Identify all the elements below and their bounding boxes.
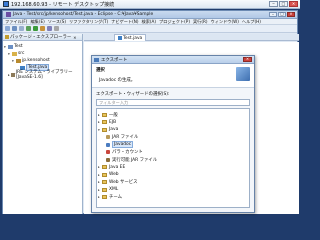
package-icon — [16, 58, 21, 63]
wizard-item-javadoc[interactable]: Javadoc — [98, 141, 248, 149]
wizard-category-xml[interactable]: ▸ XML — [98, 186, 248, 194]
library-icon — [11, 72, 15, 77]
wizard-category-java[interactable]: ▾ Java — [98, 126, 248, 134]
eclipse-title-bar: Java - Test/src/jp/kensohost/Test.java -… — [3, 11, 297, 19]
menu-navigate[interactable]: ナビゲート(N) — [111, 19, 138, 24]
wizard-category-general[interactable]: ▸ 一般 — [98, 111, 248, 119]
menu-window[interactable]: ウィンドウ(W) — [211, 19, 239, 24]
open-type-icon[interactable] — [47, 26, 52, 31]
folder-icon — [102, 112, 107, 117]
dialog-title-bar: エクスポート ✕ — [92, 56, 254, 64]
source-folder-icon — [12, 51, 17, 56]
eclipse-minimize-button[interactable]: ‒ — [269, 12, 277, 17]
rdp-title: 192.168.60.93 - リモート デスクトップ接続 — [11, 1, 115, 8]
export-dialog: エクスポート ✕ 選択 Javadoc の生成。 エクスポート・ウィザードの選択… — [91, 55, 255, 213]
print-icon[interactable] — [19, 26, 24, 31]
wizard-item-jar[interactable]: JAR ファイル — [98, 134, 248, 142]
wizard-select-label: エクスポート・ウィザードの選択(S): — [96, 92, 170, 97]
dialog-header-description: Javadoc の生成。 — [99, 78, 136, 83]
folder-icon — [102, 165, 107, 170]
wizard-category-web[interactable]: ▸ Web — [98, 171, 248, 179]
dialog-title: エクスポート — [101, 57, 128, 63]
jar-icon — [106, 135, 110, 140]
rdp-maximize-button[interactable]: □ — [279, 1, 288, 7]
folder-icon — [102, 120, 107, 125]
wizard-category-javaee[interactable]: ▸ Java EE — [98, 164, 248, 172]
export-banner-icon — [236, 67, 250, 81]
eclipse-maximize-button[interactable]: □ — [278, 12, 286, 17]
wizard-item-param-count[interactable]: パラ・カウント — [98, 149, 248, 157]
editor-tab-bar: Test.java — [84, 34, 299, 41]
dialog-header-title: 選択 — [96, 68, 105, 73]
new-icon[interactable] — [5, 26, 10, 31]
javadoc-icon — [106, 142, 110, 147]
folder-icon — [102, 172, 107, 177]
menu-refactor[interactable]: リファクタリング(T) — [69, 19, 108, 24]
java-file-icon — [118, 36, 122, 40]
folder-icon — [102, 180, 107, 185]
project-icon — [8, 44, 13, 49]
eclipse-title: Java - Test/src/jp/kensohost/Test.java -… — [13, 12, 154, 17]
menu-edit[interactable]: 編集(E) — [30, 19, 44, 24]
wizard-category-webservices[interactable]: ▸ Web サービス — [98, 179, 248, 187]
tree-item-package[interactable]: ▾ jp.kensohost — [4, 57, 81, 64]
new-package-icon[interactable] — [40, 26, 45, 31]
dialog-header: 選択 Javadoc の生成。 — [92, 64, 254, 88]
menu-run[interactable]: 実行(R) — [193, 19, 208, 24]
tree-item-src[interactable]: ▾ src — [4, 50, 81, 57]
tree-item-jre[interactable]: ▸ JRE システム・ライブラリー [JavaSE-1.6] — [4, 70, 81, 80]
toolbar — [3, 25, 297, 33]
remote-desktop-icon — [3, 1, 9, 7]
eclipse-icon — [6, 12, 11, 17]
wizard-tree[interactable]: ▸ 一般 ▸ EJB ▾ Java JAR ファイル Javadoc パラ・カウ… — [96, 108, 250, 208]
folder-icon — [102, 127, 107, 132]
close-icon[interactable]: ✕ — [73, 35, 76, 40]
wizard-category-team[interactable]: ▸ チーム — [98, 194, 248, 202]
editor-tab[interactable]: Test.java — [114, 34, 147, 41]
param-count-icon — [106, 150, 110, 155]
wizard-item-runnable-jar[interactable]: 実行可能 JAR ファイル — [98, 156, 248, 164]
menu-search[interactable]: 検索(A) — [142, 19, 157, 24]
package-explorer-icon — [5, 35, 9, 39]
rdp-title-bar: 192.168.60.93 - リモート デスクトップ接続 ‒ □ ✕ — [0, 0, 300, 9]
wizard-category-ejb[interactable]: ▸ EJB — [98, 119, 248, 127]
filter-input[interactable]: フィルター入力 — [96, 99, 250, 106]
menu-project[interactable]: プロジェクト(P) — [159, 19, 190, 24]
package-explorer: パッケージ・エクスプローラー ✕ ▾ Test ▾ src ▾ jp.kenso… — [3, 34, 83, 214]
package-explorer-tab[interactable]: パッケージ・エクスプローラー ✕ — [3, 34, 82, 41]
folder-icon — [102, 187, 107, 192]
search-icon[interactable] — [54, 26, 59, 31]
menu-file[interactable]: ファイル(F) — [5, 19, 27, 24]
run-icon[interactable] — [33, 26, 38, 31]
rdp-close-button[interactable]: ✕ — [289, 1, 298, 7]
save-icon[interactable] — [12, 26, 17, 31]
eclipse-close-button[interactable]: ✕ — [287, 12, 295, 17]
menu-source[interactable]: ソース(S) — [48, 19, 66, 24]
folder-icon — [102, 195, 107, 200]
export-icon — [94, 57, 99, 62]
editor-tab-label: Test.java — [123, 35, 143, 41]
dialog-close-button[interactable]: ✕ — [243, 57, 252, 62]
package-explorer-label: パッケージ・エクスプローラー — [10, 35, 72, 40]
tree-item-project[interactable]: ▾ Test — [4, 43, 81, 50]
menu-help[interactable]: ヘルプ(H) — [242, 19, 261, 24]
runnable-jar-icon — [106, 157, 110, 162]
rdp-minimize-button[interactable]: ‒ — [269, 1, 278, 7]
debug-icon[interactable] — [26, 26, 31, 31]
